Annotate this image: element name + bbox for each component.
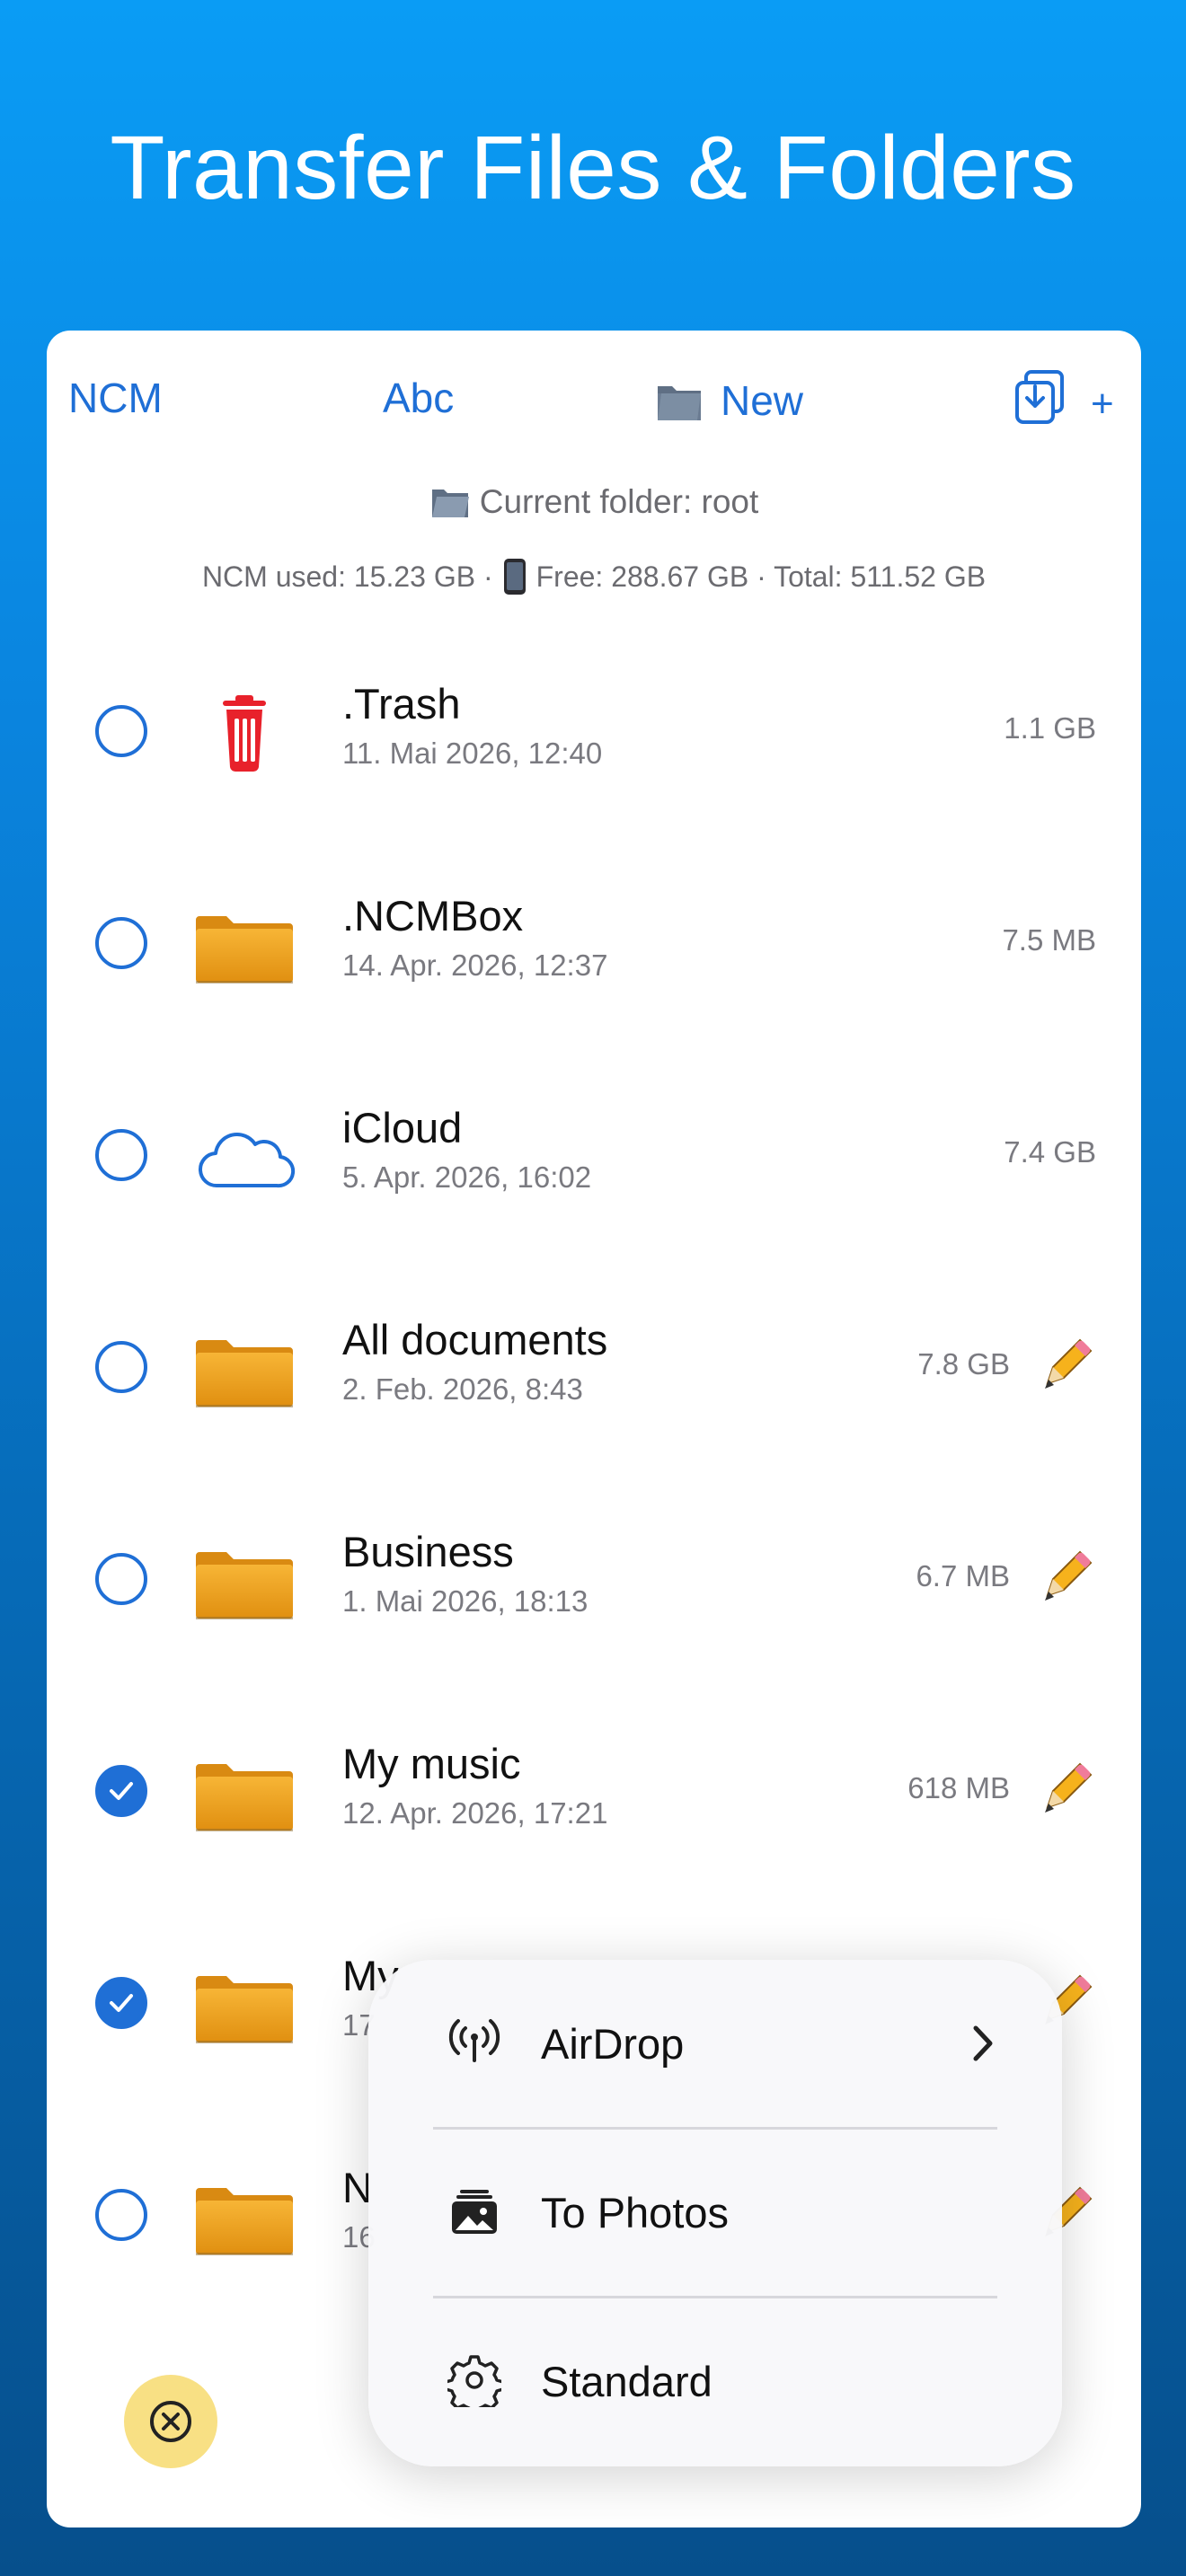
import-button[interactable] xyxy=(1013,366,1067,432)
current-folder-text: Current folder: root xyxy=(479,483,759,520)
file-name: .NCMBox xyxy=(342,892,524,940)
photos-icon xyxy=(452,2190,497,2234)
chevron-right-icon xyxy=(973,2025,993,2061)
select-radio[interactable] xyxy=(95,1129,147,1181)
select-radio[interactable] xyxy=(95,917,147,969)
pencil-icon[interactable] xyxy=(1035,1335,1096,1396)
storage-line: NCM used: 15.23 GB · Free: 288.67 GB · T… xyxy=(47,557,1141,596)
checkmark-icon xyxy=(110,1994,133,2012)
file-date: 12. Apr. 2026, 17:21 xyxy=(342,1796,608,1830)
file-date: 11. Mai 2026, 12:40 xyxy=(342,737,603,770)
folder-icon xyxy=(196,1340,293,1407)
file-size: 7.8 GB xyxy=(917,1347,1010,1381)
menu-item-standard[interactable]: Standard xyxy=(368,2298,1062,2466)
folder-icon xyxy=(196,2188,293,2255)
new-folder-label: New xyxy=(721,377,804,424)
select-radio-checked[interactable] xyxy=(95,1765,147,1817)
list-item[interactable]: iCloud 5. Apr. 2026, 16:02 7.4 GB xyxy=(47,1049,1141,1261)
sort-button[interactable]: Abc xyxy=(383,377,454,419)
folder-icon xyxy=(196,1764,293,1831)
select-radio[interactable] xyxy=(95,705,147,757)
menu-item-label: To Photos xyxy=(541,2189,730,2236)
select-radio[interactable] xyxy=(95,1553,147,1605)
hero-title: Transfer Files & Folders xyxy=(110,118,1076,218)
file-date: 5. Apr. 2026, 16:02 xyxy=(342,1160,592,1194)
file-date: 14. Apr. 2026, 12:37 xyxy=(342,948,608,982)
file-name: .Trash xyxy=(342,680,461,728)
gear-icon xyxy=(447,2355,501,2407)
new-folder-button[interactable]: New xyxy=(654,377,803,424)
file-size: 1.1 GB xyxy=(1004,711,1096,745)
folder-emoji-icon xyxy=(658,386,701,420)
file-size: 618 MB xyxy=(907,1771,1010,1804)
ncm-button[interactable]: NCM xyxy=(68,377,163,419)
close-circle-icon xyxy=(150,2401,191,2442)
share-menu: AirDrop To Photos Standard xyxy=(368,1960,1062,2466)
current-folder-line: Current folder: root xyxy=(47,483,1141,521)
file-size: 7.4 GB xyxy=(1004,1135,1096,1169)
phone-icon xyxy=(503,559,526,595)
file-size: 6.7 MB xyxy=(916,1559,1010,1592)
file-date: 1. Mai 2026, 18:13 xyxy=(342,1584,589,1618)
file-size: 7.5 MB xyxy=(1002,923,1096,957)
list-item[interactable]: My music 12. Apr. 2026, 17:21 618 MB xyxy=(47,1685,1141,1897)
folder-open-icon xyxy=(431,490,469,517)
add-button[interactable]: + xyxy=(1091,384,1114,424)
list-item[interactable]: .NCMBox 14. Apr. 2026, 12:37 7.5 MB xyxy=(47,837,1141,1049)
menu-item-label: AirDrop xyxy=(541,2020,685,2068)
file-name: iCloud xyxy=(342,1104,463,1151)
select-radio[interactable] xyxy=(95,1341,147,1393)
trash-icon xyxy=(223,695,266,772)
file-name: My music xyxy=(342,1740,521,1787)
airdrop-icon xyxy=(448,2019,500,2062)
menu-item-to-photos[interactable]: To Photos xyxy=(368,2129,1062,2298)
folder-icon xyxy=(196,1976,293,2043)
free-total-text: Free: 288.67 GB · Total: 511.52 GB xyxy=(535,560,987,593)
pencil-icon[interactable] xyxy=(1035,1759,1096,1820)
cloud-icon xyxy=(198,1132,296,1188)
import-icon xyxy=(1015,370,1064,424)
checkmark-icon xyxy=(110,1782,133,1800)
list-item[interactable]: All documents 2. Feb. 2026, 8:43 7.8 GB xyxy=(47,1261,1141,1473)
ncm-used-text: NCM used: 15.23 GB · xyxy=(201,560,493,593)
file-name: All documents xyxy=(342,1316,608,1363)
menu-item-label: Standard xyxy=(541,2358,712,2405)
cancel-selection-button[interactable] xyxy=(124,2375,217,2468)
folder-icon xyxy=(196,1552,293,1619)
select-radio[interactable] xyxy=(95,2189,147,2241)
list-item[interactable]: .Trash 11. Mai 2026, 12:40 1.1 GB xyxy=(47,625,1141,837)
file-date: 2. Feb. 2026, 8:43 xyxy=(342,1372,583,1406)
pencil-icon[interactable] xyxy=(1035,1547,1096,1608)
menu-item-airdrop[interactable]: AirDrop xyxy=(368,1960,1062,2129)
folder-icon xyxy=(196,916,293,984)
toolbar: NCM Abc New + xyxy=(47,331,1141,465)
file-name: Business xyxy=(342,1528,514,1575)
list-item[interactable]: Business 1. Mai 2026, 18:13 6.7 MB xyxy=(47,1473,1141,1685)
select-radio-checked[interactable] xyxy=(95,1977,147,2029)
